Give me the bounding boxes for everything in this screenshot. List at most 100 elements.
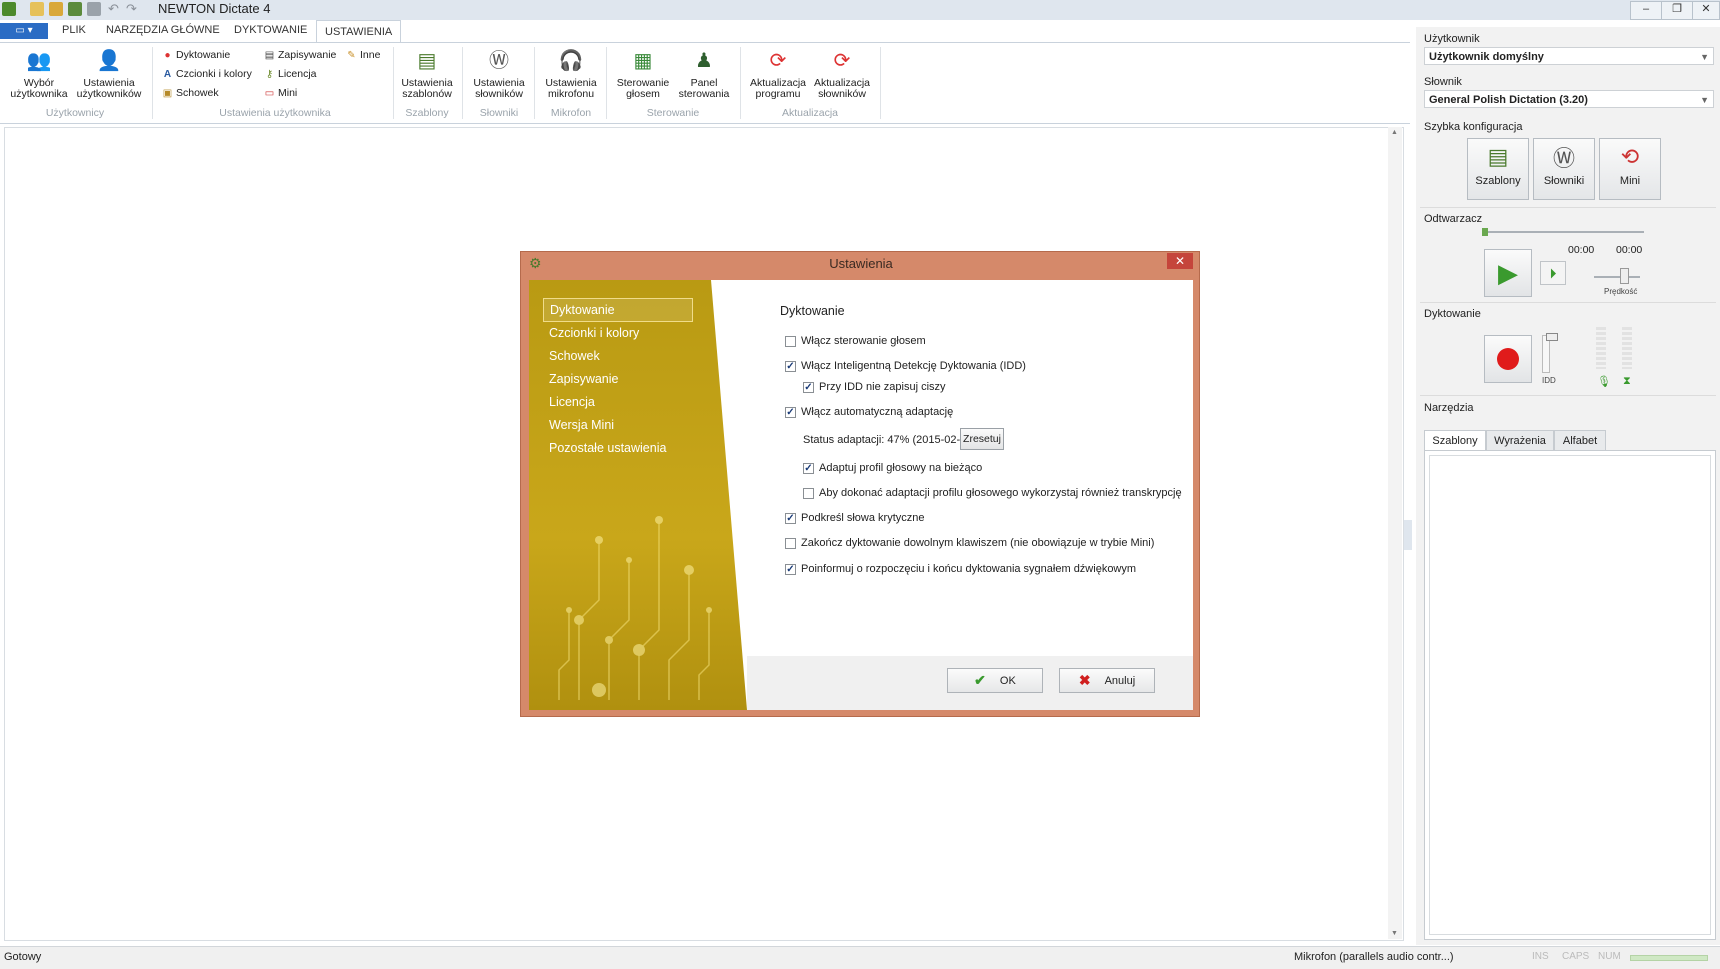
reset-button[interactable]: Zresetuj <box>960 428 1004 450</box>
file-menu-button[interactable]: ▭ ▾ <box>0 23 48 39</box>
ustawienia-mikrofonu-button[interactable]: 🎧 Ustawienia mikrofonu <box>540 47 602 100</box>
tab-dyktowanie[interactable]: DYKTOWANIE <box>234 24 307 36</box>
czcionki-button[interactable]: A Czcionki i kolory <box>162 68 252 80</box>
checkbox[interactable]: ✓ <box>803 462 814 474</box>
label: Aby dokonać adaptacji profilu głosowego … <box>819 487 1182 499</box>
speed-slider[interactable] <box>1594 276 1640 278</box>
checkbox[interactable] <box>785 537 796 549</box>
licencja-button[interactable]: ⚷ Licencja <box>264 68 317 80</box>
label: Panel sterowania <box>678 77 730 100</box>
panel-sterowania-button[interactable]: ♟ Panel sterowania <box>674 47 734 100</box>
opt-auto-adaptacja[interactable]: ✓ Włącz automatyczną adaptację <box>785 406 953 418</box>
quick-mini-button[interactable]: ⟲ Mini <box>1599 138 1661 200</box>
checkbox[interactable]: ✓ <box>785 360 796 372</box>
print-icon[interactable] <box>87 2 101 16</box>
record-button[interactable] <box>1484 335 1532 383</box>
opt-slowa-krytyczne[interactable]: ✓ Podkreśl słowa krytyczne <box>785 512 925 524</box>
mic-icon: ● <box>164 49 171 61</box>
mic-icon: 🎙 <box>1597 376 1611 388</box>
ok-button[interactable]: ✔ OK <box>947 668 1043 693</box>
checkbox[interactable]: ✓ <box>785 563 796 575</box>
opt-sterowanie-glosem[interactable]: Włącz sterowanie głosem <box>785 335 926 347</box>
group-aktualizacja: Aktualizacja <box>781 107 839 119</box>
odtwarzacz-label: Odtwarzacz <box>1424 213 1483 225</box>
opt-idd[interactable]: ✓ Włącz Inteligentną Detekcję Dyktowania … <box>785 360 1026 372</box>
dictionary-select[interactable]: General Polish Dictation (3.20) ▼ <box>1424 90 1714 108</box>
cancel-button[interactable]: ✖ Anuluj <box>1059 668 1155 693</box>
refresh-icon: ⟳ <box>769 49 787 72</box>
divider <box>740 47 741 119</box>
nav-pozostale[interactable]: Pozostałe ustawienia <box>549 441 666 455</box>
dyktowanie-small-button[interactable]: ● Dyktowanie <box>162 49 230 61</box>
quick-slowniki-button[interactable]: Ⓦ Słowniki <box>1533 138 1595 200</box>
divider <box>1420 395 1716 396</box>
settings-dialog: ⚙ Ustawienia ✕ Dyktowanie Czcionki i kol… <box>520 251 1200 717</box>
mic-level-bar <box>1630 955 1708 961</box>
nav-wersja-mini[interactable]: Wersja Mini <box>549 418 614 432</box>
opt-sygnal-dzwiekowy[interactable]: ✓ Poinformuj o rozpoczęciu i końcu dyktow… <box>785 563 1136 575</box>
checkbox[interactable]: ✓ <box>803 381 814 393</box>
label: Ustawienia szablonów <box>401 77 453 100</box>
zapisywanie-button[interactable]: ▤ Zapisywanie <box>264 49 337 61</box>
ustawienia-szablonow-button[interactable]: ▤ Ustawienia szablonów <box>398 47 456 100</box>
templates-list[interactable] <box>1429 455 1711 935</box>
step-play-button[interactable]: ⏵ <box>1540 261 1566 285</box>
opt-zakoncz-klawiszem[interactable]: Zakończ dyktowanie dowolnym klawiszem (n… <box>785 537 1154 549</box>
idd-slider-thumb[interactable] <box>1546 333 1558 341</box>
nav-zapisywanie[interactable]: Zapisywanie <box>549 372 618 386</box>
nav-licencja[interactable]: Licencja <box>549 395 595 409</box>
nav-schowek[interactable]: Schowek <box>549 349 600 363</box>
wrench-icon: ✎ <box>347 49 356 61</box>
mini-button[interactable]: ▭ Mini <box>264 87 298 99</box>
nav-dyktowanie[interactable]: Dyktowanie <box>543 298 693 322</box>
playback-slider-thumb[interactable] <box>1482 228 1488 236</box>
dialog-close-button[interactable]: ✕ <box>1167 253 1193 269</box>
scroll-up-icon[interactable]: ▲ <box>1391 129 1398 136</box>
narzedzia-label: Narzędzia <box>1424 402 1474 414</box>
tab-narzedzia-glowne[interactable]: NARZĘDZIA GŁÓWNE <box>106 24 220 36</box>
wybor-uzytkownika-button[interactable]: 👥 Wybór użytkownika <box>6 47 72 100</box>
save-icon[interactable] <box>68 2 82 16</box>
ustawienia-uzytkownikow-button[interactable]: 👤 Ustawienia użytkowników <box>74 47 144 100</box>
tab-plik[interactable]: PLIK <box>62 24 86 36</box>
checkbox[interactable]: ✓ <box>785 406 796 418</box>
section-title: Dyktowanie <box>780 304 845 318</box>
tab-alfabet[interactable]: Alfabet <box>1554 430 1606 452</box>
dialog-footer: ✔ OK ✖ Anuluj <box>747 656 1193 710</box>
redo-icon[interactable]: ↷ <box>126 2 140 16</box>
nav-czcionki[interactable]: Czcionki i kolory <box>549 326 639 340</box>
undo-icon[interactable]: ↶ <box>108 2 122 16</box>
close-window-button[interactable]: ✕ <box>1692 1 1720 20</box>
tab-ustawienia[interactable]: USTAWIENIA <box>316 20 402 43</box>
inne-button[interactable]: ✎ Inne <box>346 49 380 61</box>
scroll-down-icon[interactable]: ▼ <box>1391 930 1398 937</box>
editor-scrollbar[interactable]: ▲ ▼ <box>1388 127 1402 939</box>
tab-szablony[interactable]: Szablony <box>1424 430 1486 452</box>
sterowanie-glosem-button[interactable]: ▦ Sterowanie głosem <box>612 47 674 100</box>
play-button[interactable]: ▶ <box>1484 249 1532 297</box>
minimize-button[interactable]: – <box>1630 1 1662 20</box>
checkbox[interactable] <box>803 487 814 499</box>
new-file-icon[interactable] <box>30 2 44 16</box>
quick-szablony-button[interactable]: ▤ Szablony <box>1467 138 1529 200</box>
mic-status: Mikrofon (parallels audio contr...) <box>1294 951 1454 963</box>
checkbox[interactable]: ✓ <box>785 512 796 524</box>
idd-label: IDD <box>1542 376 1556 385</box>
restore-button[interactable]: ❐ <box>1661 1 1693 20</box>
checkbox[interactable] <box>785 335 796 347</box>
aktualizacja-slownikow-button[interactable]: ⟳ Aktualizacja słowników <box>810 47 874 100</box>
panel-splitter[interactable] <box>1404 520 1412 550</box>
ustawienia-slownikow-button[interactable]: Ⓦ Ustawienia słowników <box>468 47 530 100</box>
dialog-body: Dyktowanie Czcionki i kolory Schowek Zap… <box>529 280 1193 710</box>
opt-idd-cisza[interactable]: ✓ Przy IDD nie zapisuj ciszy <box>803 381 946 393</box>
tab-wyrazenia[interactable]: Wyrażenia <box>1486 430 1554 452</box>
label: Sterowanie głosem <box>616 77 670 100</box>
opt-adaptuj-profil[interactable]: ✓ Adaptuj profil głosowy na bieżąco <box>803 462 982 474</box>
schowek-button[interactable]: ▣ Schowek <box>162 87 219 99</box>
open-folder-icon[interactable] <box>49 2 63 16</box>
opt-transkrypcja[interactable]: Aby dokonać adaptacji profilu głosowego … <box>803 487 1182 499</box>
speed-slider-thumb[interactable] <box>1620 268 1629 284</box>
aktualizacja-programu-button[interactable]: ⟳ Aktualizacja programu <box>746 47 810 100</box>
user-select[interactable]: Użytkownik domyślny ▼ <box>1424 47 1714 65</box>
playback-slider[interactable] <box>1484 231 1644 233</box>
